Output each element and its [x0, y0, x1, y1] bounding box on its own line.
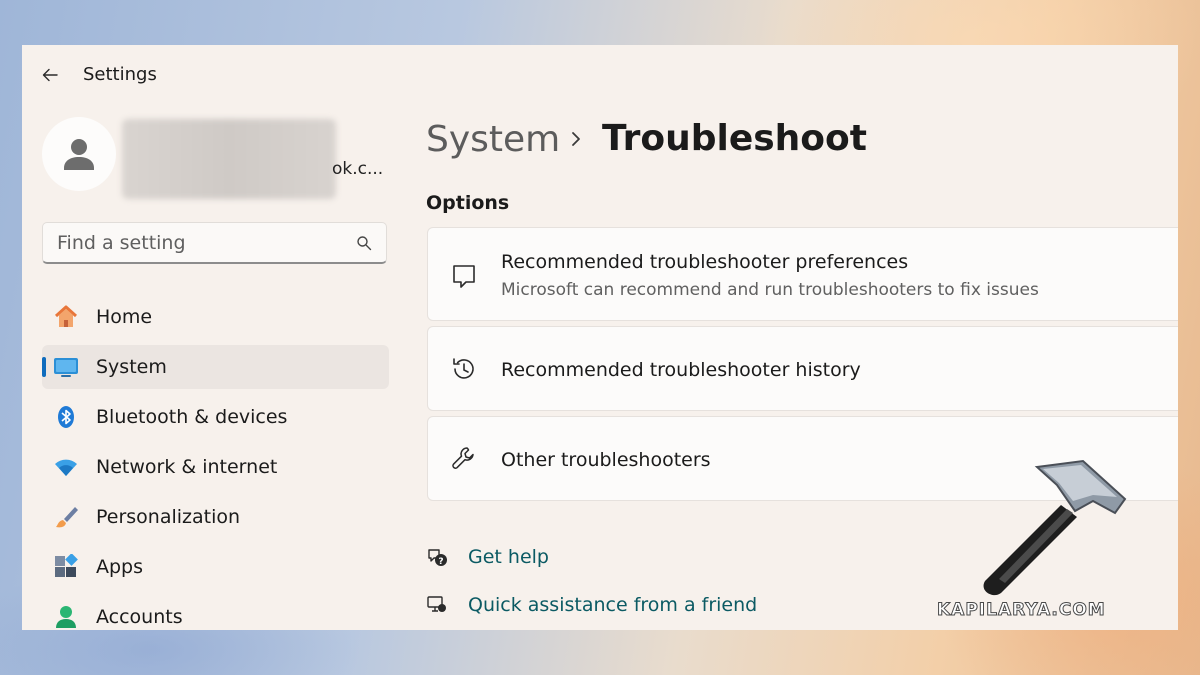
sidebar-item-label: Personalization — [96, 506, 241, 528]
breadcrumb-parent[interactable]: System — [426, 119, 560, 160]
card-troubleshooter-history[interactable]: Recommended troubleshooter history — [427, 326, 1178, 411]
home-icon — [53, 304, 79, 330]
sidebar-item-personalization[interactable]: Personalization — [42, 495, 389, 539]
section-title: Options — [426, 192, 510, 214]
search-box[interactable] — [42, 222, 387, 264]
page-title: Troubleshoot — [602, 118, 867, 159]
sidebar-item-home[interactable]: Home — [42, 295, 389, 339]
sidebar-item-accounts[interactable]: Accounts — [42, 595, 389, 630]
search-input[interactable] — [55, 223, 349, 263]
wifi-icon — [53, 454, 79, 480]
app-title: Settings — [83, 64, 157, 85]
card-title: Recommended troubleshooter history — [501, 359, 861, 381]
get-help-link[interactable]: ? Get help — [426, 546, 549, 568]
brush-icon — [53, 504, 79, 530]
profile-email: ok.c... — [332, 159, 384, 179]
apps-icon — [53, 554, 79, 580]
wrench-icon — [452, 447, 474, 469]
svg-text:?: ? — [438, 557, 443, 567]
hammer-icon — [983, 459, 1127, 596]
history-icon — [453, 358, 474, 379]
system-icon — [53, 354, 79, 380]
chat-bubble-icon — [453, 265, 475, 288]
quick-assist-label: Quick assistance from a friend — [468, 594, 758, 616]
card-description: Microsoft can recommend and run troubles… — [501, 280, 1039, 300]
person-icon — [64, 139, 94, 170]
chevron-right-icon — [572, 132, 580, 146]
watermark-text: KAPILARYA.COM — [937, 600, 1106, 621]
quick-assist-link[interactable]: Quick assistance from a friend — [426, 594, 757, 616]
sidebar-item-label: Bluetooth & devices — [96, 406, 288, 428]
avatar[interactable] — [42, 117, 116, 191]
help-icon: ? — [428, 549, 447, 567]
card-troubleshooter-preferences[interactable]: Recommended troubleshooter preferences M… — [427, 227, 1178, 321]
redacted-profile-name — [122, 119, 336, 199]
bluetooth-icon — [53, 404, 79, 430]
card-title: Other troubleshooters — [501, 449, 711, 471]
sidebar-item-system[interactable]: System — [42, 345, 389, 389]
back-arrow-icon[interactable] — [40, 65, 60, 85]
sidebar-item-network[interactable]: Network & internet — [42, 445, 389, 489]
sidebar-item-label: Home — [96, 306, 153, 328]
sidebar-nav: Home System Bluetooth & devices Network … — [42, 295, 389, 630]
title-bar: Settings — [22, 45, 1178, 105]
remote-assist-icon — [427, 596, 446, 612]
sidebar-item-label: Network & internet — [96, 456, 278, 478]
sidebar-item-label: Accounts — [96, 606, 183, 628]
sidebar-item-apps[interactable]: Apps — [42, 545, 389, 589]
sidebar-item-label: Apps — [96, 556, 144, 578]
search-icon[interactable] — [356, 235, 372, 251]
card-title: Recommended troubleshooter preferences — [501, 251, 909, 273]
account-icon — [53, 604, 79, 630]
get-help-label: Get help — [468, 546, 549, 568]
sidebar-item-label: System — [96, 356, 167, 378]
sidebar-item-bluetooth[interactable]: Bluetooth & devices — [42, 395, 389, 439]
